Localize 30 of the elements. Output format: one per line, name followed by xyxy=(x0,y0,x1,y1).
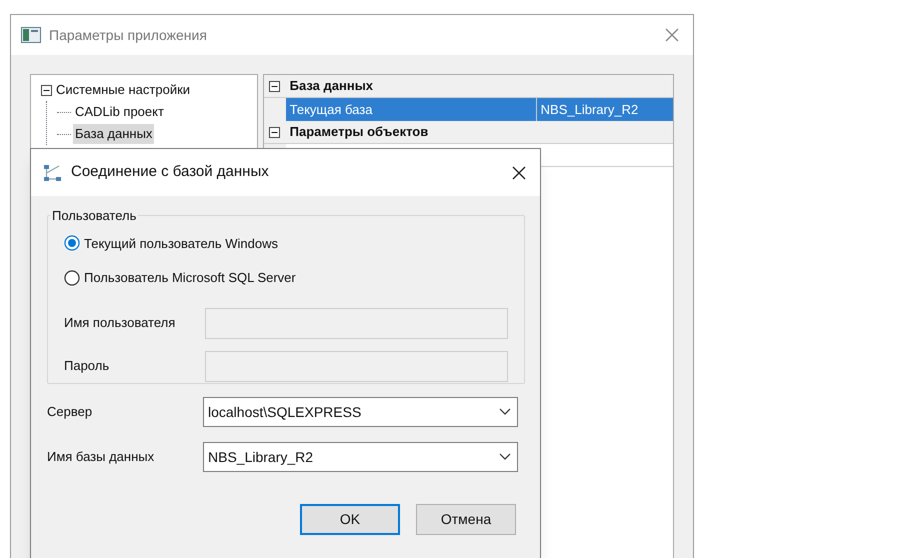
field-label: Сервер xyxy=(47,403,94,422)
chevron-down-icon[interactable] xyxy=(499,408,511,416)
tree-item[interactable]: База данных xyxy=(73,124,154,144)
field-label: Пароль xyxy=(64,357,110,376)
combo-box[interactable]: NBS_Library_R2 xyxy=(203,442,518,472)
app-icon xyxy=(21,27,41,43)
dialog-title: Соединение с базой данных xyxy=(71,162,270,182)
tree-item[interactable]: CADLib проект xyxy=(73,102,166,122)
combo-box[interactable]: localhost\SQLEXPRESS xyxy=(203,397,518,427)
property-row[interactable]: Текущая база NBS_Library_R2 xyxy=(264,98,673,121)
field-label: Имя пользователя xyxy=(64,314,176,332)
collapse-icon[interactable] xyxy=(269,126,280,138)
category-header[interactable]: База данных xyxy=(286,76,378,96)
property-name: Текущая база xyxy=(286,98,536,121)
chevron-down-icon[interactable] xyxy=(499,453,511,461)
radio-button[interactable] xyxy=(64,270,80,286)
property-value: NBS_Library_R2 xyxy=(536,98,673,121)
close-icon[interactable] xyxy=(512,166,526,180)
radio-label[interactable]: Текущий пользователь Windows xyxy=(84,234,278,253)
group-legend: Пользователь xyxy=(50,206,138,226)
dialog-button[interactable]: OK xyxy=(300,504,400,535)
dialog-button[interactable]: Отмена xyxy=(416,504,516,535)
radio-label[interactable]: Пользователь Microsoft SQL Server xyxy=(84,268,296,288)
field-label: Имя базы данных xyxy=(47,448,156,466)
tree-item[interactable]: Системные настройки xyxy=(54,80,192,100)
collapse-icon[interactable] xyxy=(269,80,280,92)
radio-button[interactable] xyxy=(64,235,80,252)
connection-icon xyxy=(43,162,63,182)
collapse-icon[interactable] xyxy=(41,84,52,96)
window-title: Параметры приложения xyxy=(49,26,208,45)
